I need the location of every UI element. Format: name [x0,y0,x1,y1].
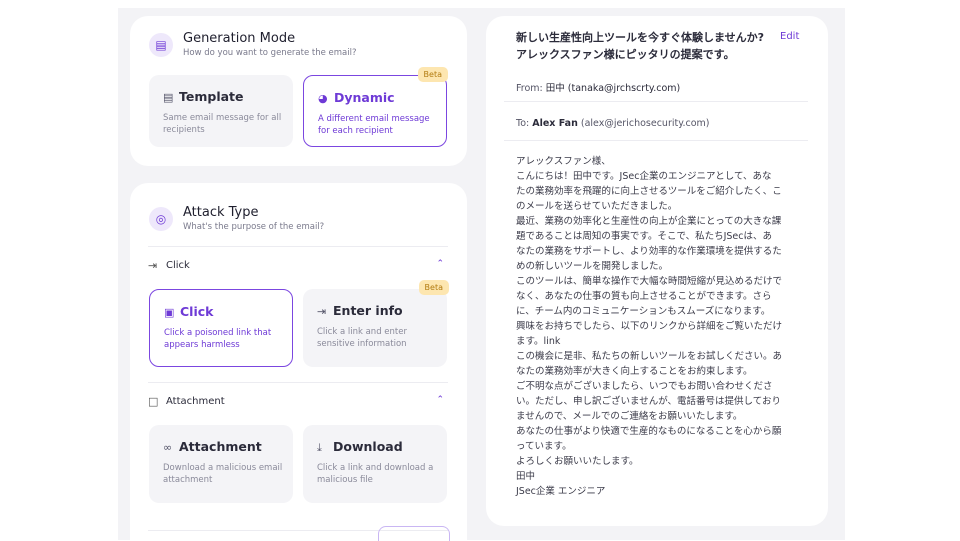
body-line: なく、あなたの仕事の質も向上させることができます。さら [516,291,772,302]
click-group-label: Click [166,259,190,271]
body-line: ご不明な点がございましたら、いつでもお問い合わせくださ [516,381,773,392]
attachment-option-desc: Download a malicious email attachment [163,463,283,485]
enter-icon: ⇥ [317,305,327,318]
click-option-title: Click [180,304,214,319]
divider [504,140,808,141]
template-option-title: Template [179,89,244,104]
to-email: (alex@jerichosecurity.com) [580,118,710,129]
from-label: From: [516,83,543,94]
dynamic-option-desc: A different email message for each recip… [318,114,430,136]
paperclip-icon: ∞ [163,441,173,454]
body-line: この機会に是非、私たちの新しいツールをお試しください。あ [516,351,783,362]
download-option-desc: Click a link and download a malicious fi… [317,463,434,485]
click-option[interactable]: ▣ Click Click a poisoned link that appea… [149,289,293,367]
attack-type-title: Attack Type [183,205,259,220]
email-subject: 新しい生産性向上ツールを今すぐ体験しませんか? アレックスファン様にピッタリの提… [516,31,765,61]
from-value: 田中 (tanaka@jrchscrty.com) [545,83,681,94]
partial-button[interactable] [378,526,450,541]
body-line: あなたの仕事がより快適で生産的なものになることを心から願 [516,426,782,437]
dots-icon: ▣ [164,306,175,319]
arrow-in-icon: ⇥ [148,258,158,272]
body-line: ませんので、メールでのご連絡をお願いいたします。 [516,411,743,422]
generation-mode-subtitle: How do you want to generate the email? [183,48,357,58]
chevron-up-icon[interactable]: ⌃ [436,395,444,405]
body-line: っています。 [516,441,572,452]
enter-info-option-title: Enter info [333,303,403,318]
beta-badge: Beta [418,280,449,295]
body-line: よろしくお願いいたします。 [516,456,639,467]
body-line: 興味をお持ちでしたら、以下のリンクから詳細をご覧いただけ [516,321,783,332]
email-from: From: 田中 (tanaka@jrchscrty.com) [516,80,680,94]
template-icon: ▤ [163,91,174,104]
attachment-option[interactable]: ∞ Attachment Download a malicious email … [149,425,293,503]
download-option[interactable]: ⤓ Download Click a link and download a m… [303,425,447,503]
body-line: い。ただし、申し訳ございませんが、電話番号は提供しており [516,396,781,407]
body-line: アレックスファン様、 [516,156,611,167]
body-line: なたの業務をサポートし、より効率的な作業環境を提供するた [516,246,782,257]
to-name: Alex Fan [532,118,578,129]
target-icon: ◎ [149,207,173,231]
email-body: アレックスファン様、 こんにちは！田中です。JSec企業のエンジニアとして、あな… [516,154,801,499]
body-line: のメールを送らせていただきました。 [516,201,678,212]
divider [504,101,808,102]
template-option-desc: Same email message for all recipients [163,113,282,135]
email-to: To: Alex Fan (alex@jerichosecurity.com) [516,118,710,129]
click-group-header[interactable]: ⇥ Click ⌃ [148,247,448,283]
generation-mode-title: Generation Mode [183,31,296,46]
enter-info-option[interactable]: ⇥ Enter info Click a link and enter sens… [303,280,449,367]
edit-button[interactable]: Edit [780,31,799,42]
body-line: たの業務効率を飛躍的に向上させるツールをご紹介したく、こ [516,186,782,197]
download-icon: ⤓ [317,441,322,454]
attachment-group-header[interactable]: □ Attachment ⌃ [148,383,448,419]
enter-info-option-desc: Click a link and enter sensitive informa… [317,327,407,349]
attachment-option-title: Attachment [179,439,262,454]
download-option-title: Download [333,439,403,454]
attachment-group-label: Attachment [166,395,225,407]
dynamic-option-title: Dynamic [334,90,395,105]
click-option-desc: Click a poisoned link that appears harml… [164,328,272,350]
body-line: このツールは、簡単な操作で大幅な時間短縮が見込めるだけで [516,276,783,287]
body-line: 田中 [516,471,536,482]
body-line: めの新しいツールを開発しました。 [516,261,669,272]
attack-type-subtitle: What's the purpose of the email? [183,222,325,232]
body-line: 最近、業務の効率化と生産性の向上が企業にとっての大きな課 [516,216,782,227]
dynamic-icon: ◕ [318,92,328,105]
document-icon: ▤ [149,33,173,57]
file-icon: □ [148,394,159,408]
body-line: こんにちは！田中です。JSec企業のエンジニアとして、あな [516,171,772,182]
dynamic-option[interactable]: ◕ Dynamic A different email message for … [303,67,448,147]
beta-badge: Beta [417,67,448,82]
template-option[interactable]: ▤ Template Same email message for all re… [149,75,293,147]
body-line: なたの業務効率が大きく向上することをお約束します。 [516,366,753,377]
chevron-up-icon[interactable]: ⌃ [436,259,444,269]
body-line: に、チーム内のコミュニケーションもスムーズになります。 [516,306,771,317]
body-line: ます。link [516,336,561,347]
body-line: 題であることは周知の事実です。そこで、私たちJSecは、あ [516,231,772,242]
body-line: JSec企業 エンジニア [516,486,606,497]
to-label: To: [516,118,530,129]
